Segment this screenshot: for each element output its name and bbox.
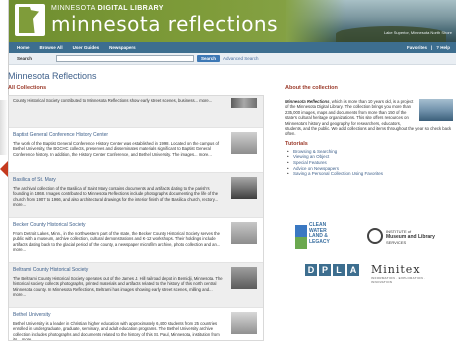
- imls-line: SERVICES: [386, 240, 407, 245]
- entry-thumbnail[interactable]: [231, 132, 257, 154]
- entry-thumbnail[interactable]: [231, 98, 257, 108]
- list-item[interactable]: County Historical Society contributed to…: [9, 96, 263, 128]
- page-title: Minnesota Reflections: [8, 71, 97, 81]
- about-text: Minnesota Reflections, which is more tha…: [285, 99, 453, 137]
- list-item[interactable]: Beltrami County Historical Society The B…: [9, 263, 263, 308]
- nav-help[interactable]: ? Help: [436, 45, 450, 50]
- nav-user-guides[interactable]: User Guides: [73, 45, 100, 50]
- entry-description: The archival collection of the Basilica …: [13, 186, 219, 208]
- clean-water-icon: [295, 225, 307, 249]
- nav-favorites[interactable]: Favorites: [407, 45, 427, 50]
- search-bar: Search Search Advanced Search: [9, 53, 456, 65]
- dpla-letter: D: [305, 264, 317, 276]
- entry-title[interactable]: Basilica of St. Mary: [13, 177, 223, 183]
- collections-list[interactable]: County Historical Society contributed to…: [8, 95, 264, 341]
- brand-prefix: MINNESOTA: [51, 5, 96, 12]
- entry-description: The work of the Baptist General Conferen…: [13, 141, 219, 157]
- minnesota-state-icon: [19, 7, 39, 33]
- dpla-letter: L: [333, 264, 345, 276]
- clean-water-text: CLEAN WATER LAND & LEGACY: [309, 222, 330, 245]
- imls-text: INSTITUTE of Museum and Library SERVICES: [386, 229, 435, 245]
- entry-description: From Detroit Lakes, Minn., in the northw…: [13, 231, 221, 253]
- entry-title[interactable]: Bethel University: [13, 312, 223, 318]
- search-label: Search: [17, 56, 33, 61]
- entry-title[interactable]: Becker County Historical Society: [13, 222, 223, 228]
- collections-column: All Collections County Historical Societ…: [8, 85, 264, 341]
- main-nav: Home Browse All User Guides Newspapers F…: [9, 42, 456, 53]
- advanced-search-link[interactable]: Advanced Search: [223, 56, 259, 61]
- list-item[interactable]: Basilica of St. Mary The archival collec…: [9, 173, 263, 218]
- tutorials-heading: Tutorials: [285, 140, 308, 147]
- list-item[interactable]: Baptist General Conference History Cente…: [9, 128, 263, 173]
- page-edge-shadow: [0, 100, 8, 155]
- clean-water-logo[interactable]: CLEAN WATER LAND & LEGACY: [295, 222, 351, 252]
- list-item[interactable]: Becker County Historical Society From De…: [9, 218, 263, 263]
- tutorial-link[interactable]: Saving a Personal Collection Using Favor…: [285, 171, 453, 177]
- nav-browse-all[interactable]: Browse All: [40, 45, 63, 50]
- minnesota-logo[interactable]: [15, 4, 45, 36]
- about-image: [419, 99, 453, 121]
- entry-title[interactable]: Baptist General Conference History Cente…: [13, 132, 223, 138]
- entry-thumbnail[interactable]: [231, 177, 257, 199]
- entry-description: County Historical Society contributed to…: [13, 98, 213, 103]
- list-item[interactable]: Bethel University Bethel University is a…: [9, 308, 263, 341]
- dpla-letter: P: [319, 264, 331, 276]
- site-title[interactable]: minnesota reflections: [51, 12, 278, 36]
- minitex-logo[interactable]: Minitex INFORMATION · EXPLORATION · INNO…: [371, 263, 441, 284]
- imls-logo[interactable]: INSTITUTE of Museum and Library SERVICES: [367, 224, 437, 250]
- entry-thumbnail[interactable]: [231, 267, 257, 289]
- minitex-tagline: INFORMATION · EXPLORATION · INNOVATION: [371, 276, 426, 284]
- about-heading: About the collection: [285, 85, 338, 91]
- entry-description: Bethel University is a leader in Christi…: [13, 321, 220, 341]
- about-text-emphasis: Minnesota Reflections: [285, 99, 330, 104]
- cw-line: LEGACY: [309, 238, 330, 245]
- dpla-letter: A: [347, 264, 359, 276]
- search-input[interactable]: [56, 55, 195, 62]
- nav-newspapers[interactable]: Newspapers: [109, 45, 136, 50]
- entry-title[interactable]: Beltrami County Historical Society: [13, 267, 223, 273]
- minitex-name: Minitex: [371, 263, 421, 276]
- nav-home[interactable]: Home: [17, 45, 30, 50]
- brand-subtitle: MINNESOTA DIGITAL LIBRARY: [51, 5, 164, 12]
- nav-right: Favorites | ? Help: [407, 45, 450, 50]
- search-button[interactable]: Search: [197, 55, 221, 62]
- entry-thumbnail[interactable]: [231, 222, 257, 244]
- entry-thumbnail[interactable]: [231, 312, 257, 334]
- about-column: About the collection Minnesota Reflectio…: [285, 85, 453, 177]
- brand-bold: DIGITAL LIBRARY: [97, 5, 164, 12]
- header-caption: Lake Superior, Minnesota North Shore: [383, 30, 452, 35]
- entry-description: The Beltrami County Historical Society o…: [13, 276, 223, 298]
- collections-heading: All Collections: [8, 85, 47, 91]
- site-header: MINNESOTA DIGITAL LIBRARY minnesota refl…: [9, 0, 456, 42]
- tutorials-list: Browsing & Searching Viewing an Object S…: [285, 149, 453, 177]
- partner-logos: CLEAN WATER LAND & LEGACY INSTITUTE of M…: [285, 222, 453, 302]
- nav-separator: |: [430, 45, 433, 50]
- imls-icon: [367, 228, 383, 244]
- dpla-logo[interactable]: D P L A: [305, 264, 359, 276]
